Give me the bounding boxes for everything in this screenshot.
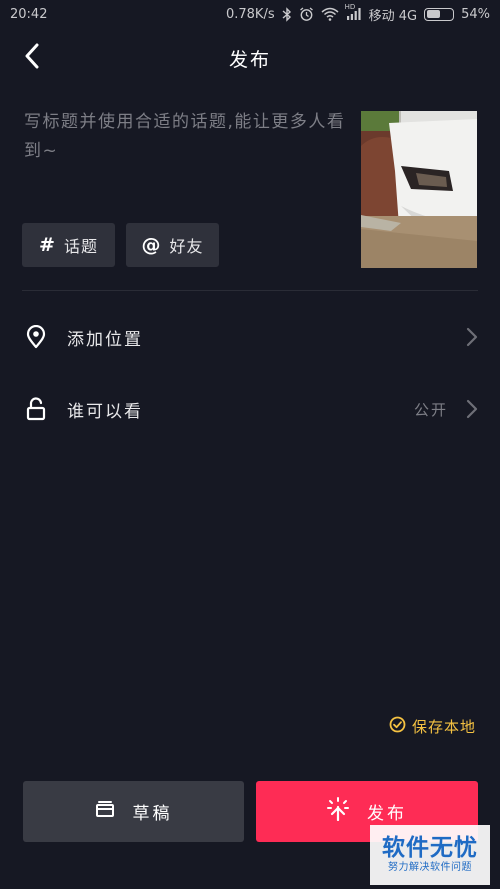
status-time: 20:42 (10, 6, 48, 22)
alarm-icon (299, 6, 314, 22)
status-bar: 20:42 0.78K/s HD 移动 4G 54% (0, 0, 500, 28)
divider (22, 290, 478, 291)
at-sign-icon: @ (141, 234, 162, 256)
hashtag-icon: # (39, 234, 56, 256)
add-location-row[interactable]: 添加位置 (0, 311, 500, 363)
save-local-toggle[interactable]: 保存本地 (389, 716, 476, 737)
friend-chip-label: 好友 (169, 237, 204, 256)
topic-chip[interactable]: # 话题 (22, 223, 115, 267)
unlock-icon (24, 397, 48, 421)
mention-friend-chip[interactable]: @ 好友 (126, 223, 219, 267)
battery-icon (424, 7, 455, 21)
site-watermark: 软件无忧 努力解决软件问题 (370, 825, 490, 885)
chevron-right-icon (464, 397, 480, 421)
signal-icon: HD (345, 3, 362, 21)
back-button[interactable] (14, 40, 50, 76)
network-speed: 0.78K/s (225, 6, 275, 22)
video-thumbnail[interactable] (361, 111, 477, 268)
status-indicators: 0.78K/s HD 移动 4G 54% (225, 3, 490, 24)
add-location-label: 添加位置 (67, 329, 143, 350)
watermark-title: 软件无忧 (382, 835, 478, 861)
page-title: 发布 (228, 48, 271, 71)
caption-input[interactable]: 写标题并使用合适的话题,能让更多人看到~ (24, 108, 349, 166)
cover-image (361, 111, 477, 268)
chevron-left-icon (24, 43, 40, 73)
location-pin-icon (24, 325, 48, 349)
check-circle-icon (389, 716, 406, 737)
save-local-label: 保存本地 (411, 718, 476, 736)
hd-badge: HD (344, 3, 356, 11)
draft-button-label: 草稿 (132, 804, 173, 824)
who-can-view-label: 谁可以看 (67, 401, 143, 422)
battery-level (426, 10, 441, 18)
topic-chip-label: 话题 (63, 237, 98, 256)
wifi-icon (321, 7, 339, 21)
publish-button-label: 发布 (367, 804, 407, 824)
publish-sparkle-icon (327, 797, 349, 826)
draft-button[interactable]: 草稿 (23, 781, 244, 842)
watermark-subtitle: 努力解决软件问题 (388, 862, 472, 873)
privacy-value: 公开 (413, 400, 448, 419)
battery-percent: 54% (461, 6, 490, 22)
publish-screen: 20:42 0.78K/s HD 移动 4G 54% 发布 写标题并使用合适的话… (0, 0, 500, 889)
bluetooth-icon (282, 6, 292, 22)
carrier-label: 移动 4G (368, 8, 418, 24)
draft-box-icon (95, 800, 115, 823)
chevron-right-icon (464, 325, 480, 349)
who-can-view-row[interactable]: 谁可以看 公开 (0, 383, 500, 435)
header: 发布 (0, 28, 500, 88)
